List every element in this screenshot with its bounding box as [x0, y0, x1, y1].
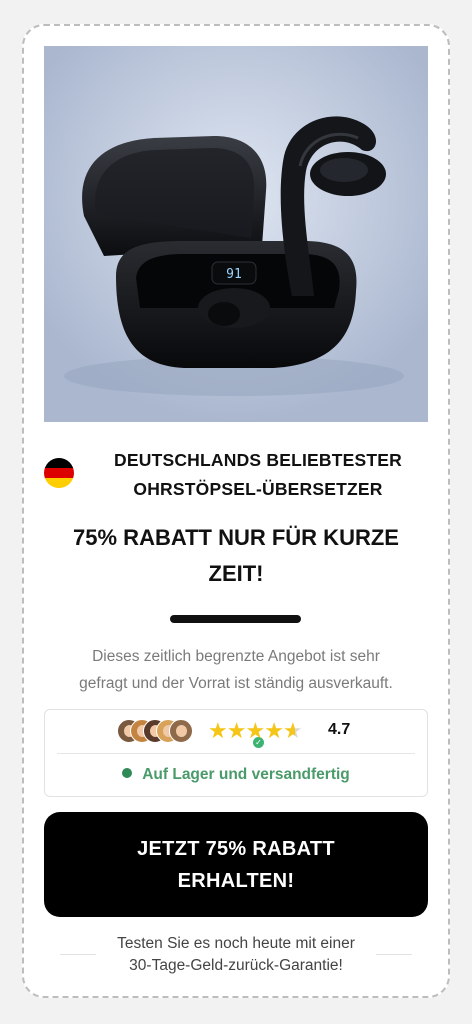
- rating-divider: [57, 753, 415, 754]
- rating-box: ✓ ★★★★★ 4.7 Auf Lager und versandfertig: [44, 709, 428, 797]
- headline-row: DEUTSCHLANDS BELIEBTESTER OHRSTÖPSEL-ÜBE…: [44, 446, 428, 504]
- customer-avatars: ✓: [117, 719, 264, 748]
- germany-flag-icon: [44, 458, 74, 488]
- description-line-2: gefragt und der Vorrat ist ständig ausve…: [79, 675, 393, 692]
- star-icon: ★: [208, 718, 228, 743]
- star-icon: ★: [264, 718, 284, 743]
- half-star-icon: ★: [282, 718, 303, 743]
- guarantee-text: Testen Sie es noch heute mit einer 30-Ta…: [44, 933, 428, 977]
- headline-line-2: OHRSTÖPSEL-ÜBERSETZER: [133, 479, 383, 499]
- star-icon: ★: [245, 718, 266, 743]
- description-line-1: Dieses zeitlich begrenzte Angebot ist se…: [92, 648, 380, 665]
- promo-line-2: ZEIT!: [208, 561, 264, 586]
- guarantee-line-2: 30-Tage-Geld-zurück-Garantie!: [129, 957, 343, 974]
- divider-bar: [170, 615, 301, 623]
- avatar: [169, 719, 193, 743]
- case-display-text: 91: [226, 267, 242, 282]
- in-stock-dot-icon: [122, 768, 133, 778]
- offer-description: Dieses zeitlich begrenzte Angebot ist se…: [44, 643, 428, 697]
- guarantee-line-1: Testen Sie es noch heute mit einer: [117, 935, 355, 952]
- star-icon: ★: [226, 718, 247, 743]
- cta-line-2: ERHALTEN!: [177, 869, 295, 892]
- claim-discount-button[interactable]: JETZT 75% RABATT ERHALTEN!: [44, 812, 428, 917]
- rating-value: 4.7: [328, 721, 351, 738]
- product-image: 91: [44, 46, 428, 422]
- stock-status: Auf Lager und versandfertig: [45, 766, 427, 784]
- promo-line-1: 75% RABATT NUR FÜR KURZE: [73, 525, 399, 550]
- promo-title: 75% RABATT NUR FÜR KURZE ZEIT!: [44, 520, 428, 592]
- stock-label: Auf Lager und versandfertig: [142, 766, 350, 783]
- headline-line-1: DEUTSCHLANDS BELIEBTESTER: [114, 450, 402, 470]
- product-headline: DEUTSCHLANDS BELIEBTESTER OHRSTÖPSEL-ÜBE…: [88, 446, 428, 504]
- star-rating: ★★★★★: [208, 718, 303, 743]
- cta-line-1: JETZT 75% RABATT: [137, 837, 335, 860]
